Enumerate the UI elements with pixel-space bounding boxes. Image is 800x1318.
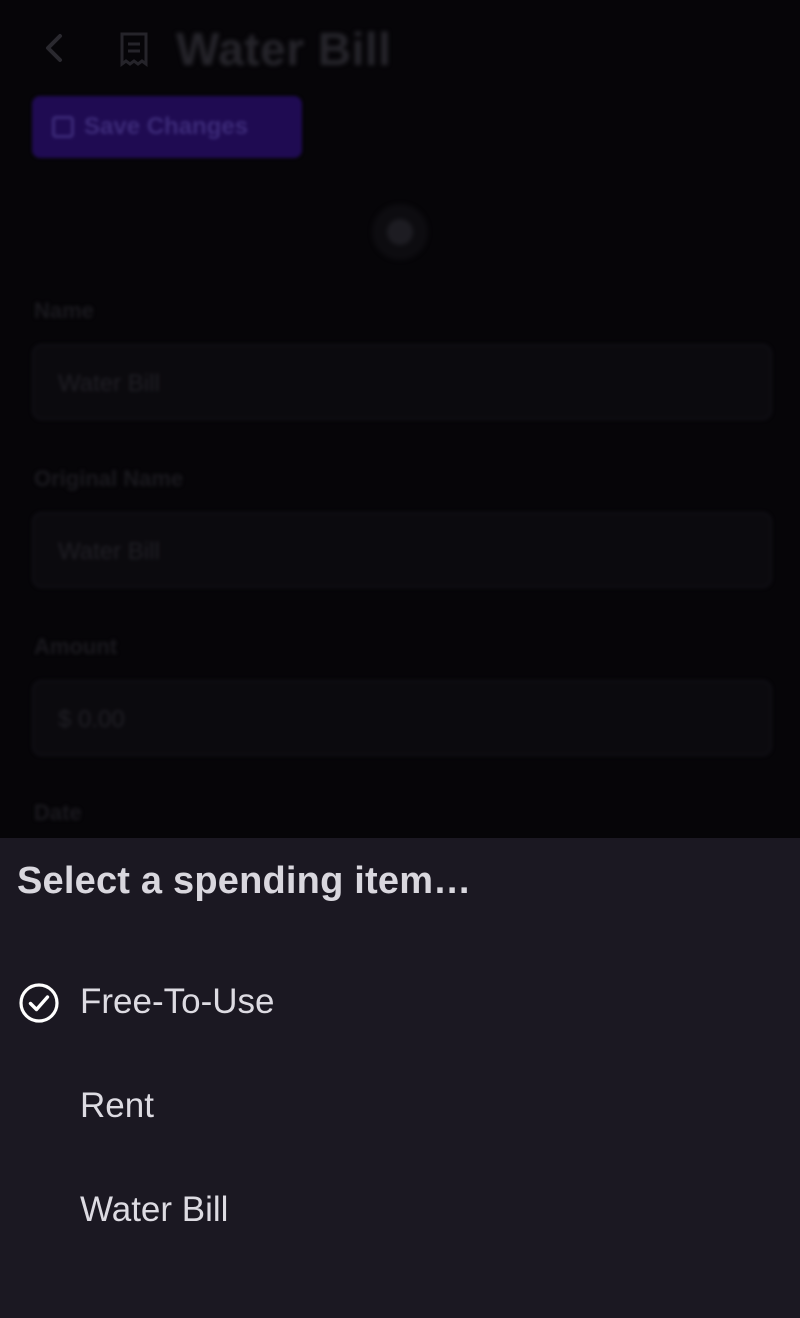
option-rent[interactable]: Rent — [0, 1054, 800, 1158]
option-free-to-use[interactable]: Free-To-Use — [0, 950, 800, 1054]
amount-input[interactable]: $ 0.00 — [32, 680, 772, 756]
emoji-picker-button[interactable] — [372, 204, 428, 260]
original-name-input[interactable]: Water Bill — [32, 512, 772, 588]
receipt-icon — [112, 26, 156, 70]
save-icon — [52, 116, 74, 138]
back-button[interactable] — [34, 28, 74, 68]
save-changes-label: Save Changes — [84, 113, 249, 140]
arrow-left-icon — [46, 34, 62, 62]
emoji-icon — [387, 219, 413, 245]
option-water-bill[interactable]: Water Bill — [0, 1158, 800, 1262]
original-name-label: Original Name — [34, 466, 184, 491]
spending-item-sheet: Select a spending item… Free-To-Use Rent… — [0, 838, 800, 1318]
page-title: Water Bill — [176, 23, 392, 75]
background-page: Water Bill Save Changes Name Water Bill … — [0, 0, 800, 840]
name-input[interactable]: Water Bill — [32, 344, 772, 420]
option-label: Rent — [80, 1086, 154, 1125]
option-label: Free-To-Use — [80, 982, 275, 1021]
check-circle-icon — [18, 982, 60, 1024]
name-label: Name — [34, 298, 94, 323]
save-changes-button[interactable]: Save Changes — [32, 96, 302, 158]
sheet-title: Select a spending item… — [17, 860, 472, 902]
date-label: Date — [34, 800, 82, 825]
app-header: Water Bill — [0, 0, 800, 96]
amount-label: Amount — [34, 634, 118, 659]
option-label: Water Bill — [80, 1190, 229, 1229]
